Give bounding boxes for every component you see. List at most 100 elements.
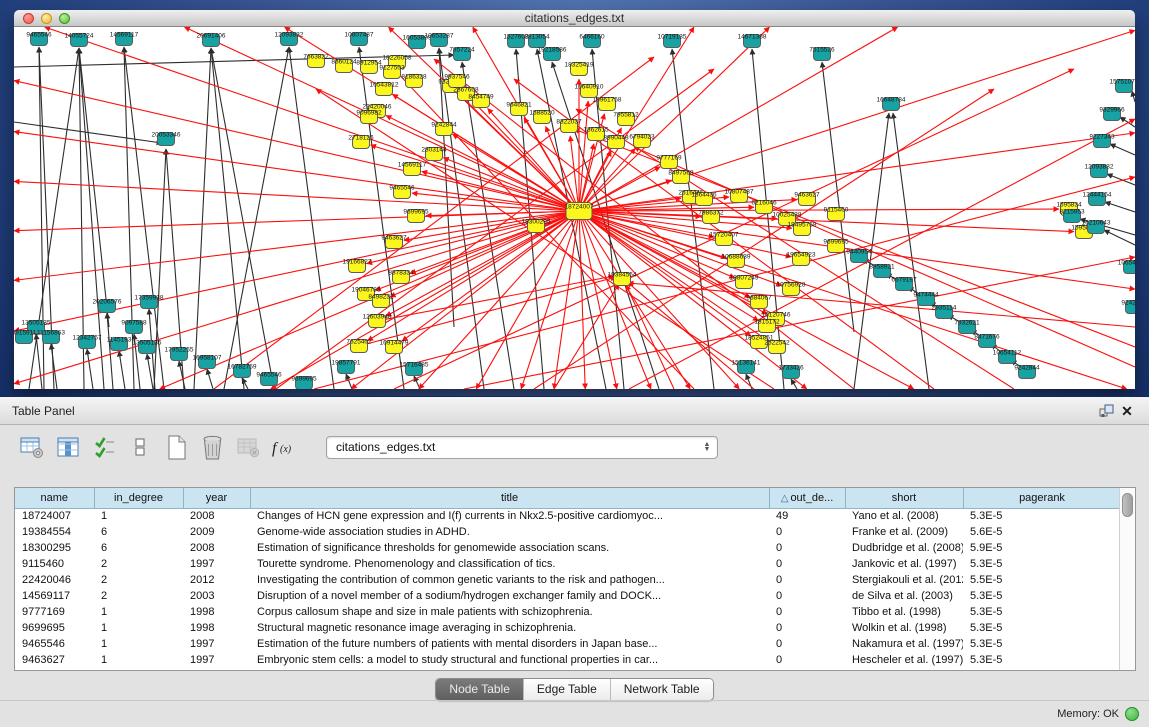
table-cell[interactable]: Tourette syndrome. Phenomenology and cla… xyxy=(250,556,769,572)
graph-edge-black[interactable] xyxy=(211,48,274,389)
graph-edge-black[interactable] xyxy=(36,334,42,389)
column-header-in_degree[interactable]: in_degree xyxy=(94,488,183,508)
network-view-window[interactable]: citations_edges.txt 18724007183002957663… xyxy=(14,10,1135,389)
table-cell[interactable]: 0 xyxy=(769,556,845,572)
table-cell[interactable]: Dudbridge et al. (2008) xyxy=(845,540,963,556)
table-cell[interactable]: 9777169 xyxy=(15,604,94,620)
table-cell[interactable]: 22420046 xyxy=(15,572,94,588)
table-cell[interactable]: 14569117 xyxy=(15,588,94,604)
table-cell[interactable]: 1 xyxy=(94,636,183,652)
graph-edge-black[interactable] xyxy=(207,369,213,389)
table-cell[interactable]: 2 xyxy=(94,588,183,604)
table-cell[interactable]: 2009 xyxy=(183,524,250,540)
table-cell[interactable]: Corpus callosum shape and size in male p… xyxy=(250,604,769,620)
table-cell[interactable]: 5.3E-5 xyxy=(963,636,1119,652)
close-panel-icon[interactable]: ✕ xyxy=(1117,403,1137,419)
graph-edge-red[interactable] xyxy=(574,129,1135,347)
graph-edge-red[interactable] xyxy=(626,285,674,389)
table-cell[interactable]: 1 xyxy=(94,620,183,636)
table-cell[interactable]: 0 xyxy=(769,652,845,668)
table-cell[interactable]: 2012 xyxy=(183,572,250,588)
table-cell[interactable]: 5.3E-5 xyxy=(963,604,1119,620)
table-cell[interactable]: 9463627 xyxy=(15,652,94,668)
table-cell[interactable]: Disruption of a novel member of a sodium… xyxy=(250,588,769,604)
graph-edge-black[interactable] xyxy=(346,374,352,389)
table-cell[interactable]: 5.3E-5 xyxy=(963,620,1119,636)
graph-edge-black[interactable] xyxy=(462,62,514,389)
tab-network-table[interactable]: Network Table xyxy=(610,679,713,700)
graph-edge-black[interactable] xyxy=(211,48,244,389)
table-cell[interactable]: 9115460 xyxy=(15,556,94,572)
table-cell[interactable]: 0 xyxy=(769,524,845,540)
column-edit-icon[interactable] xyxy=(52,432,84,462)
table-cell[interactable]: 5.6E-5 xyxy=(963,524,1119,540)
graph-edge-red[interactable] xyxy=(579,133,1135,211)
graph-edge-red[interactable] xyxy=(422,171,579,211)
graph-edge-black[interactable] xyxy=(107,313,113,389)
graph-edge-black[interactable] xyxy=(242,378,248,389)
node-table-scroll-area[interactable]: namein_degreeyeartitle△out_de...shortpag… xyxy=(15,488,1119,670)
graph-edge-red[interactable] xyxy=(402,211,579,341)
table-cell[interactable]: 6 xyxy=(94,524,183,540)
graph-edge-black[interactable] xyxy=(87,349,93,389)
table-cell[interactable]: 1997 xyxy=(183,556,250,572)
column-header-pagerank[interactable]: pagerank xyxy=(963,488,1119,508)
table-cell[interactable]: 18300295 xyxy=(15,540,94,556)
table-cell[interactable]: 5.3E-5 xyxy=(963,588,1119,604)
table-cell[interactable]: de Silva et al. (2003) xyxy=(845,588,963,604)
table-cell[interactable]: Changes of HCN gene expression and I(f) … xyxy=(250,508,769,524)
graph-edge-red[interactable] xyxy=(390,211,579,297)
table-cell[interactable]: 1998 xyxy=(183,604,250,620)
table-cell[interactable]: 5.3E-5 xyxy=(963,508,1119,524)
graph-edge-black[interactable] xyxy=(1104,230,1135,245)
function-builder-icon[interactable]: f(x) xyxy=(268,432,300,462)
graph-edge-red[interactable] xyxy=(579,30,1135,211)
float-panel-icon[interactable] xyxy=(1097,403,1117,419)
table-cell[interactable]: 0 xyxy=(769,588,845,604)
table-cell[interactable]: Investigating the contribution of common… xyxy=(250,572,769,588)
table-cell[interactable]: Embryonic stem cells: a model to study s… xyxy=(250,652,769,668)
graph-edge-red[interactable] xyxy=(359,277,616,346)
graph-edge-black[interactable] xyxy=(79,48,109,327)
rows-icon[interactable] xyxy=(124,432,156,462)
column-header-title[interactable]: title xyxy=(250,488,769,508)
new-document-icon[interactable] xyxy=(160,432,192,462)
graph-edge-red[interactable] xyxy=(579,211,690,389)
graph-edge-black[interactable] xyxy=(194,48,211,389)
table-cell[interactable]: 9699695 xyxy=(15,620,94,636)
vertical-scrollbar[interactable] xyxy=(1119,488,1135,670)
column-header-name[interactable]: name xyxy=(15,488,94,508)
table-cell[interactable]: Estimation of significance thresholds fo… xyxy=(250,540,769,556)
table-cell[interactable]: 1997 xyxy=(183,652,250,668)
graph-edge-black[interactable] xyxy=(893,113,929,389)
table-cell[interactable]: 1 xyxy=(94,508,183,524)
table-cell[interactable]: 0 xyxy=(769,572,845,588)
table-cell[interactable]: Wolkin et al. (1998) xyxy=(845,620,963,636)
graph-edge-red[interactable] xyxy=(634,147,1135,367)
table-cell[interactable]: 0 xyxy=(769,604,845,620)
graph-edge-black[interactable] xyxy=(147,354,153,389)
network-table-select[interactable]: citations_edges.txt ▲▼ xyxy=(326,436,718,459)
scrollbar-thumb[interactable] xyxy=(1122,493,1133,517)
column-header-short[interactable]: short xyxy=(845,488,963,508)
minimize-window-button[interactable] xyxy=(41,13,52,24)
table-cell[interactable]: Yano et al. (2008) xyxy=(845,508,963,524)
import-table-icon[interactable] xyxy=(232,432,264,462)
tab-edge-table[interactable]: Edge Table xyxy=(523,679,610,700)
table-cell[interactable]: 49 xyxy=(769,508,845,524)
table-cell[interactable]: Jankovic et al. (1997) xyxy=(845,556,963,572)
table-cell[interactable]: 0 xyxy=(769,636,845,652)
trash-icon[interactable] xyxy=(196,432,228,462)
table-cell[interactable]: 5.3E-5 xyxy=(963,556,1119,572)
table-cell[interactable]: 1997 xyxy=(183,636,250,652)
row-select-icon[interactable] xyxy=(88,432,120,462)
close-window-button[interactable] xyxy=(23,13,34,24)
table-cell[interactable]: Nakamura et al. (1997) xyxy=(845,636,963,652)
table-cell[interactable]: 1 xyxy=(94,604,183,620)
table-cell[interactable]: Tibbo et al. (1998) xyxy=(845,604,963,620)
table-cell[interactable]: 2 xyxy=(94,556,183,572)
memory-status-icon[interactable] xyxy=(1125,707,1139,721)
table-cell[interactable]: 1 xyxy=(94,652,183,668)
table-settings-icon[interactable] xyxy=(16,432,48,462)
table-cell[interactable]: 0 xyxy=(769,620,845,636)
